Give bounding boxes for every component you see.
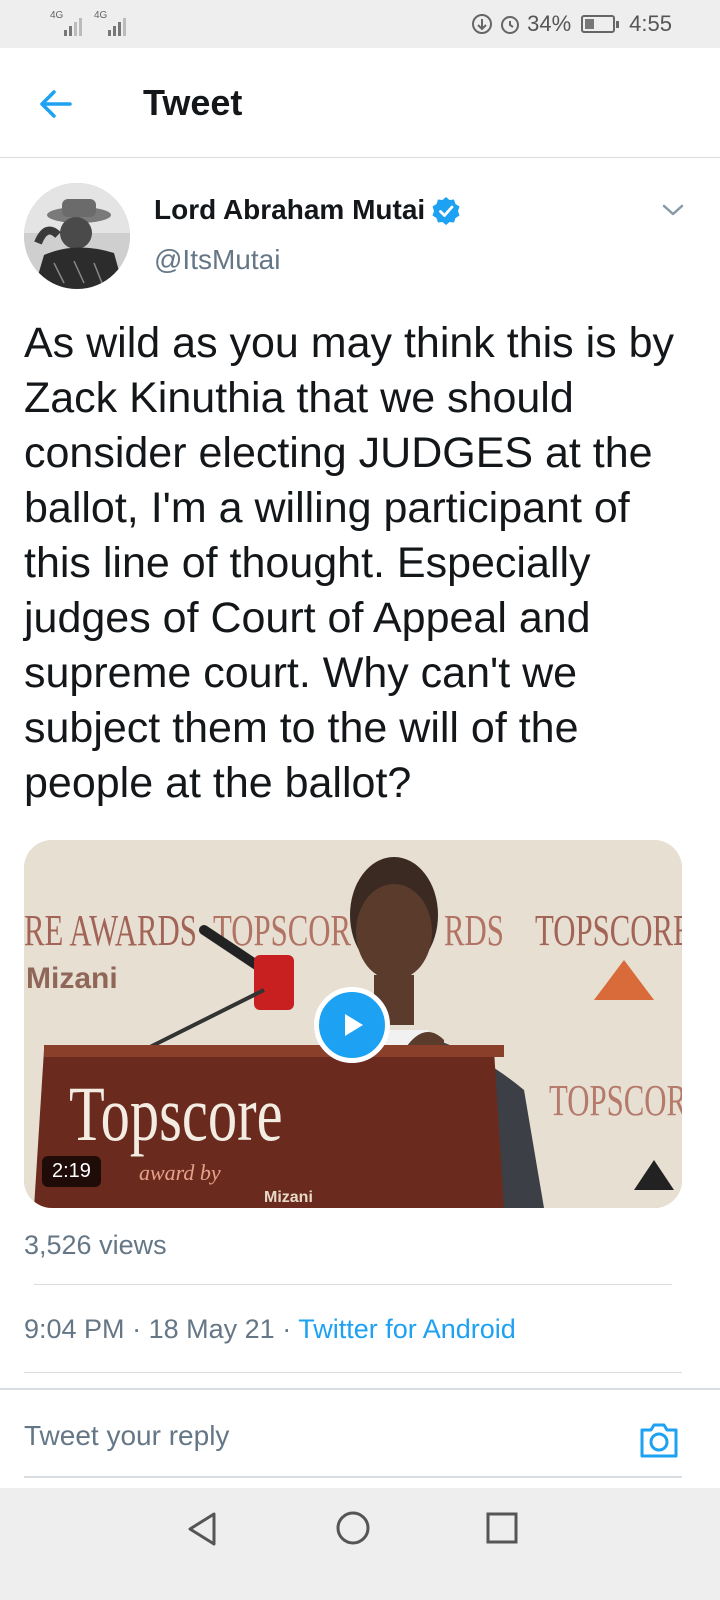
tweet-date: 18 May 21 [148, 1314, 275, 1344]
verified-badge-icon [432, 197, 460, 225]
page-title: Tweet [143, 82, 243, 123]
battery-percent: 34% [527, 11, 572, 36]
avatar[interactable] [24, 183, 130, 289]
camera-icon[interactable] [638, 1420, 680, 1460]
backdrop-text: Mizani [26, 962, 118, 995]
avatar-image [24, 183, 130, 289]
author-name[interactable]: Lord Abraham Mutai [154, 194, 425, 226]
signal-indicators: 4G 4G [50, 10, 126, 36]
nav-back-icon[interactable] [184, 1510, 220, 1548]
app-header: Tweet [0, 48, 720, 158]
backdrop-text: award by [139, 1160, 221, 1185]
backdrop-text: RE AWARDS [24, 907, 197, 956]
meta-separator: · [282, 1314, 292, 1344]
network-type-label: 4G [94, 10, 108, 21]
nav-home-icon[interactable] [335, 1510, 371, 1546]
view-count: 3,526 views [24, 1230, 167, 1260]
reply-input[interactable]: Tweet your reply [24, 1420, 229, 1452]
system-nav-bar [0, 1488, 720, 1600]
clock: 4:55 [629, 11, 672, 36]
divider [24, 1476, 682, 1478]
play-icon [345, 1014, 363, 1036]
author-handle[interactable]: @ItsMutai [154, 244, 280, 276]
divider [24, 1372, 682, 1373]
nav-recents-icon[interactable] [486, 1512, 518, 1544]
chevron-down-icon[interactable] [660, 200, 686, 220]
backdrop-text: TOPSCORE [535, 907, 682, 956]
divider [34, 1284, 672, 1285]
arrow-left-icon[interactable] [36, 84, 76, 124]
alarm-icon [501, 16, 520, 34]
network-type-label: 4G [50, 10, 64, 21]
tweet-meta: 9:04 PM · 18 May 21 · Twitter for Androi… [24, 1314, 516, 1345]
tweet-text: As wild as you may think this is by Zack… [24, 319, 675, 807]
video-duration-badge: 2:19 [42, 1156, 101, 1187]
play-button[interactable] [314, 987, 390, 1063]
signal-strength-icon: 4G [94, 10, 126, 36]
tweet-source-link[interactable]: Twitter for Android [298, 1314, 516, 1344]
backdrop-text: RDS [444, 907, 504, 956]
backdrop-text: TOPSCOR [549, 1077, 682, 1126]
divider [0, 1388, 720, 1390]
backdrop-text: Topscore [69, 1071, 283, 1157]
meta-separator: · [132, 1314, 142, 1344]
signal-strength-icon: 4G [50, 10, 82, 36]
data-saver-icon [472, 14, 493, 34]
battery-icon [581, 15, 620, 33]
status-right: 34% 4:55 [471, 11, 672, 37]
status-bar: 4G 4G 34% 4:55 [0, 0, 720, 48]
tweet-time: 9:04 PM [24, 1314, 125, 1344]
backdrop-text: Mizani [264, 1189, 313, 1206]
